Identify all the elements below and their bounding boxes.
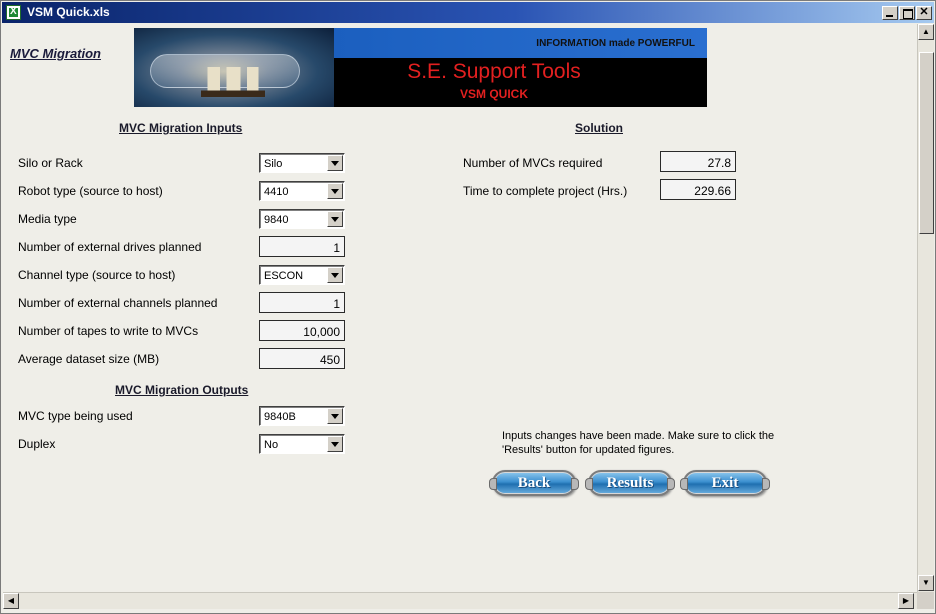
chevron-down-icon[interactable] bbox=[327, 408, 343, 424]
worksheet-area: MVC Migration INFORMATION made POWERFUL … bbox=[3, 24, 917, 592]
close-button[interactable]: ✕ bbox=[916, 6, 932, 20]
silo-or-rack-select[interactable]: Silo bbox=[259, 153, 345, 173]
resize-grip-icon[interactable] bbox=[917, 592, 934, 609]
chevron-down-icon[interactable] bbox=[327, 155, 343, 171]
external-drives-label: Number of external drives planned bbox=[18, 240, 202, 254]
channel-type-value: ESCON bbox=[264, 270, 304, 282]
ship-in-bottle-image bbox=[134, 28, 334, 107]
chevron-down-icon[interactable] bbox=[327, 436, 343, 452]
scroll-right-arrow-icon[interactable]: ▶ bbox=[898, 593, 914, 609]
chevron-down-icon[interactable] bbox=[327, 267, 343, 283]
external-channels-value: 1 bbox=[333, 297, 340, 311]
excel-window: VSM Quick.xls ✕ MVC Migration INFORMATIO… bbox=[0, 0, 936, 614]
maximize-button[interactable] bbox=[899, 6, 915, 20]
tapes-to-write-input[interactable]: 10,000 bbox=[259, 320, 345, 341]
banner-title: S.E. Support Tools bbox=[407, 60, 581, 83]
external-drives-input[interactable]: 1 bbox=[259, 236, 345, 257]
media-type-value: 9840 bbox=[264, 214, 289, 226]
mvcs-required-value: 27.8 bbox=[707, 156, 731, 170]
mvc-type-select[interactable]: 9840B bbox=[259, 406, 345, 426]
scroll-down-arrow-icon[interactable]: ▼ bbox=[918, 575, 934, 591]
update-notice: Inputs changes have been made. Make sure… bbox=[502, 430, 775, 456]
dataset-size-value: 450 bbox=[319, 353, 340, 367]
vertical-scrollbar[interactable]: ▲ ▼ bbox=[917, 24, 934, 592]
silo-or-rack-value: Silo bbox=[264, 158, 283, 170]
external-channels-input[interactable]: 1 bbox=[259, 292, 345, 313]
time-to-complete-output: 229.66 bbox=[660, 179, 736, 200]
vertical-scroll-thumb[interactable] bbox=[919, 52, 934, 234]
back-button[interactable]: Back bbox=[489, 470, 579, 496]
robot-type-label: Robot type (source to host) bbox=[18, 184, 163, 198]
excel-file-icon bbox=[6, 5, 21, 20]
banner-tagline: INFORMATION made POWERFUL bbox=[536, 38, 695, 49]
silo-or-rack-label: Silo or Rack bbox=[18, 156, 83, 170]
dataset-size-input[interactable]: 450 bbox=[259, 348, 345, 369]
banner-subtitle: VSM QUICK bbox=[459, 87, 528, 101]
outputs-heading: MVC Migration Outputs bbox=[115, 383, 249, 397]
mvc-type-value: 9840B bbox=[264, 411, 296, 423]
window-title: VSM Quick.xls bbox=[27, 5, 110, 19]
horizontal-scrollbar[interactable]: ◀ ▶ bbox=[3, 592, 917, 609]
chevron-down-icon[interactable] bbox=[327, 183, 343, 199]
results-button[interactable]: Results bbox=[585, 470, 675, 496]
external-drives-value: 1 bbox=[333, 241, 340, 255]
duplex-label: Duplex bbox=[18, 437, 56, 451]
tapes-to-write-value: 10,000 bbox=[303, 325, 340, 339]
exit-button[interactable]: Exit bbox=[680, 470, 770, 496]
dataset-size-label: Average dataset size (MB) bbox=[18, 352, 160, 366]
time-to-complete-value: 229.66 bbox=[694, 184, 731, 198]
scroll-up-arrow-icon[interactable]: ▲ bbox=[918, 24, 934, 40]
time-to-complete-label: Time to complete project (Hrs.) bbox=[463, 184, 628, 198]
channel-type-label: Channel type (source to host) bbox=[18, 268, 176, 282]
chevron-down-icon[interactable] bbox=[327, 211, 343, 227]
scroll-left-arrow-icon[interactable]: ◀ bbox=[3, 593, 19, 609]
duplex-value: No bbox=[264, 439, 279, 451]
mvcs-required-output: 27.8 bbox=[660, 151, 736, 172]
minimize-button[interactable] bbox=[882, 6, 898, 20]
solution-heading: Solution bbox=[575, 121, 623, 135]
title-bar[interactable]: VSM Quick.xls ✕ bbox=[2, 2, 934, 23]
media-type-label: Media type bbox=[18, 212, 77, 226]
banner: INFORMATION made POWERFUL S.E. Support T… bbox=[134, 28, 707, 107]
mvc-type-label: MVC type being used bbox=[18, 409, 133, 423]
mvcs-required-label: Number of MVCs required bbox=[463, 156, 603, 170]
robot-type-value: 4410 bbox=[264, 186, 289, 198]
external-channels-label: Number of external channels planned bbox=[18, 296, 218, 310]
robot-type-select[interactable]: 4410 bbox=[259, 181, 345, 201]
sheet-title: MVC Migration bbox=[10, 46, 101, 61]
channel-type-select[interactable]: ESCON bbox=[259, 265, 345, 285]
inputs-heading: MVC Migration Inputs bbox=[119, 121, 243, 135]
duplex-select[interactable]: No bbox=[259, 434, 345, 454]
tapes-to-write-label: Number of tapes to write to MVCs bbox=[18, 324, 199, 338]
media-type-select[interactable]: 9840 bbox=[259, 209, 345, 229]
